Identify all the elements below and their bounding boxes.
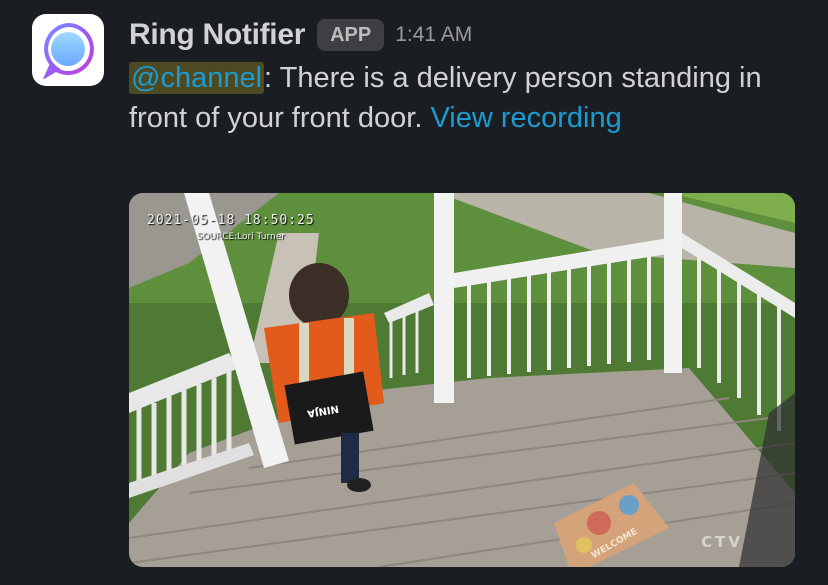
sender-name[interactable]: Ring Notifier	[129, 18, 305, 52]
ctv-watermark: CTV	[701, 533, 743, 551]
message-timestamp[interactable]: 1:41 AM	[395, 23, 472, 47]
channel-mention[interactable]: @channel	[129, 62, 265, 94]
view-recording-link[interactable]: View recording	[430, 102, 621, 134]
video-timestamp-overlay: 2021-05-18 18:50:25	[147, 213, 315, 228]
message-header: Ring Notifier APP 1:41 AM	[129, 14, 472, 56]
video-source-overlay: SOURCE:Lori Turner	[197, 232, 285, 242]
porch-scene-image: NINJA WELCOME	[129, 193, 795, 567]
message-body: @channel: There is a delivery person sta…	[129, 58, 779, 138]
app-badge: APP	[317, 19, 385, 51]
ring-logo-icon	[43, 22, 94, 79]
slack-message: Ring Notifier APP 1:41 AM @channel: Ther…	[0, 0, 828, 585]
avatar[interactable]	[32, 14, 104, 86]
recording-thumbnail[interactable]: NINJA WELCOME 2021-05-18 18:50:25 SOURCE…	[129, 193, 795, 567]
